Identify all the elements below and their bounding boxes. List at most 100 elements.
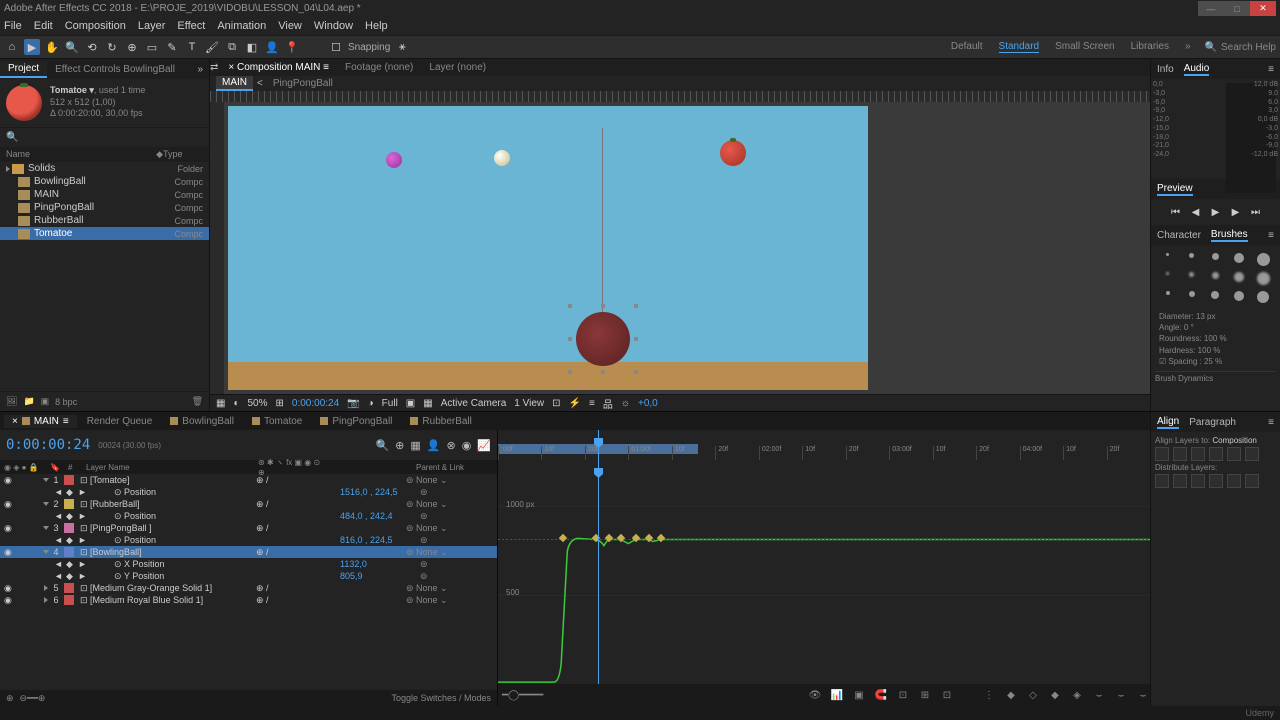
align-right-icon[interactable] (1191, 447, 1205, 461)
expression-pickwhip-icon[interactable]: ⊚ (420, 535, 428, 546)
kf-nav-prev-icon[interactable]: ◄ (54, 535, 66, 545)
brush-preset[interactable] (1234, 291, 1244, 301)
handle-icon[interactable] (634, 337, 638, 341)
menu-view[interactable]: View (278, 20, 302, 32)
align-bottom-icon[interactable] (1245, 447, 1259, 461)
edit-selected-icon[interactable]: ◆ (1004, 688, 1018, 702)
dist-hcenter-icon[interactable] (1227, 474, 1241, 488)
kf-toggle-icon[interactable]: ◆ (66, 571, 78, 582)
col-label-icon[interactable]: ◆ (156, 149, 163, 160)
property-value[interactable]: 1516,0 , 224,5 (340, 487, 420, 497)
graph-type-icon[interactable]: 📊 (830, 688, 844, 702)
rotate-tool-icon[interactable]: ↻ (104, 39, 120, 55)
layer-switches[interactable]: ⊕ / (256, 523, 326, 534)
visibility-icon[interactable]: ◉ (4, 475, 14, 486)
workspace-default[interactable]: Default (951, 41, 983, 53)
timeline-tab-bowling[interactable]: BowlingBall (162, 415, 242, 428)
kf-nav-next-icon[interactable]: ► (78, 511, 90, 521)
kf-nav-next-icon[interactable]: ► (78, 487, 90, 497)
fit-selection-icon[interactable]: ⊡ (940, 688, 954, 702)
last-frame-icon[interactable]: ⏭ (1249, 205, 1263, 219)
type-tool-icon[interactable]: T (184, 39, 200, 55)
time-display[interactable]: 0:00:00:24 (292, 398, 339, 409)
brush-preset[interactable] (1189, 272, 1194, 277)
timeline-tab-renderqueue[interactable]: Render Queue (79, 415, 161, 428)
easy-ease-out-icon[interactable]: ⌣ (1136, 688, 1150, 702)
col-name[interactable]: Name (6, 149, 156, 160)
expand-icon[interactable] (6, 166, 10, 172)
zoom-slider[interactable]: ⊖━━⊕ (20, 693, 46, 704)
eraser-tool-icon[interactable]: ◧ (244, 39, 260, 55)
brush-angle[interactable]: Angle: 0 ° (1159, 322, 1272, 333)
menu-help[interactable]: Help (365, 20, 388, 32)
value-graph[interactable]: 1000 px 500 (498, 460, 1150, 684)
timeline-tab-main[interactable]: × MAIN ≡ (4, 415, 77, 428)
brush-preset[interactable] (1257, 272, 1270, 285)
graph-editor[interactable]: :00f10f20f01:00f10f20f02:00f10f20f03:00f… (498, 430, 1150, 706)
expand-icon[interactable] (44, 597, 48, 603)
col-type[interactable]: Type (163, 149, 203, 160)
layer-name[interactable]: ⊡ [Medium Gray-Orange Solid 1] (76, 583, 256, 594)
flow-icon[interactable]: ⇄ (210, 62, 218, 73)
expand-icon[interactable] (43, 478, 49, 482)
workspace-more-icon[interactable]: » (1185, 41, 1191, 53)
layer-name[interactable]: ⊡ [PingPongBall ] (76, 523, 256, 534)
maximize-button[interactable]: □ (1224, 1, 1250, 16)
kf-nav-icon[interactable]: ⊕ (6, 693, 14, 704)
brush-preset[interactable] (1189, 253, 1194, 258)
rubberball-layer[interactable] (386, 152, 402, 168)
parent-dropdown[interactable]: ⊚ None ⌄ (406, 475, 448, 486)
expression-pickwhip-icon[interactable]: ⊚ (420, 559, 428, 570)
timeline-icon[interactable]: ≡ (589, 398, 595, 409)
brush-preset[interactable] (1189, 291, 1195, 297)
project-list[interactable]: SolidsFolder BowlingBallCompc MAINCompc … (0, 162, 209, 391)
easy-ease-icon[interactable]: ⌣ (1092, 688, 1106, 702)
menu-composition[interactable]: Composition (65, 20, 126, 32)
tomatoe-layer[interactable] (720, 140, 746, 166)
label-color[interactable] (64, 595, 74, 605)
col-layername[interactable]: Layer Name (86, 463, 254, 472)
snap-icon[interactable]: 🧲 (874, 688, 888, 702)
zoom-dropdown[interactable]: 50% (248, 398, 268, 409)
kf-nav-prev-icon[interactable]: ◄ (54, 571, 66, 581)
cti-graph[interactable] (598, 460, 599, 684)
menu-window[interactable]: Window (314, 20, 353, 32)
views-dropdown[interactable]: 1 View (514, 398, 544, 409)
menu-edit[interactable]: Edit (34, 20, 53, 32)
tab-project[interactable]: Project (0, 61, 47, 78)
handle-icon[interactable] (601, 370, 605, 374)
dist-left-icon[interactable] (1209, 474, 1223, 488)
parent-dropdown[interactable]: ⊚ None ⌄ (406, 595, 448, 606)
handle-icon[interactable] (568, 304, 572, 308)
label-color[interactable] (64, 583, 74, 593)
align-left-icon[interactable] (1155, 447, 1169, 461)
property-row[interactable]: ◄◆►⊙ X Position1132,0⊚ (0, 558, 497, 570)
search-icon[interactable]: 🔍 (375, 439, 389, 452)
separate-dims-icon[interactable]: ⋮ (982, 688, 996, 702)
shape-tool-icon[interactable]: ▭ (144, 39, 160, 55)
frameblend-icon[interactable]: ⊗ (446, 439, 455, 452)
project-item-rubber[interactable]: RubberBallCompc (0, 214, 209, 227)
choose-props-icon[interactable]: 👁 (808, 688, 822, 702)
pen-tool-icon[interactable]: ✎ (164, 39, 180, 55)
tab-align[interactable]: Align (1157, 416, 1179, 429)
layer-row[interactable]: ◉6⊡ [Medium Royal Blue Solid 1]⊕ /⊚ None… (0, 594, 497, 606)
reset-exposure-icon[interactable]: ☼ (621, 398, 630, 409)
layer-row[interactable]: ◉3⊡ [PingPongBall ]⊕ /⊚ None ⌄ (0, 522, 497, 534)
easy-ease-in-icon[interactable]: ⌣ (1114, 688, 1128, 702)
brush-hardness[interactable]: Hardness: 100 % (1159, 345, 1272, 356)
timecode-display[interactable]: 0:00:00:24 (6, 437, 90, 453)
timeline-tab-pingpong[interactable]: PingPongBall (312, 415, 400, 428)
expand-icon[interactable] (43, 550, 49, 554)
dist-top-icon[interactable] (1155, 474, 1169, 488)
handle-icon[interactable] (601, 304, 605, 308)
tab-composition[interactable]: × Composition MAIN ≡ (222, 60, 335, 75)
brush-tool-icon[interactable]: 🖌 (204, 39, 220, 55)
kf-nav-next-icon[interactable]: ► (78, 535, 90, 545)
resolution-dropdown[interactable]: Full (382, 398, 398, 409)
snapping-checkbox[interactable]: ☐ (328, 39, 344, 55)
layer-row[interactable]: ◉2⊡ [RubberBall]⊕ /⊚ None ⌄ (0, 498, 497, 510)
show-transform-icon[interactable]: ▣ (852, 688, 866, 702)
handle-icon[interactable] (634, 304, 638, 308)
next-frame-icon[interactable]: ▶ (1229, 205, 1243, 219)
